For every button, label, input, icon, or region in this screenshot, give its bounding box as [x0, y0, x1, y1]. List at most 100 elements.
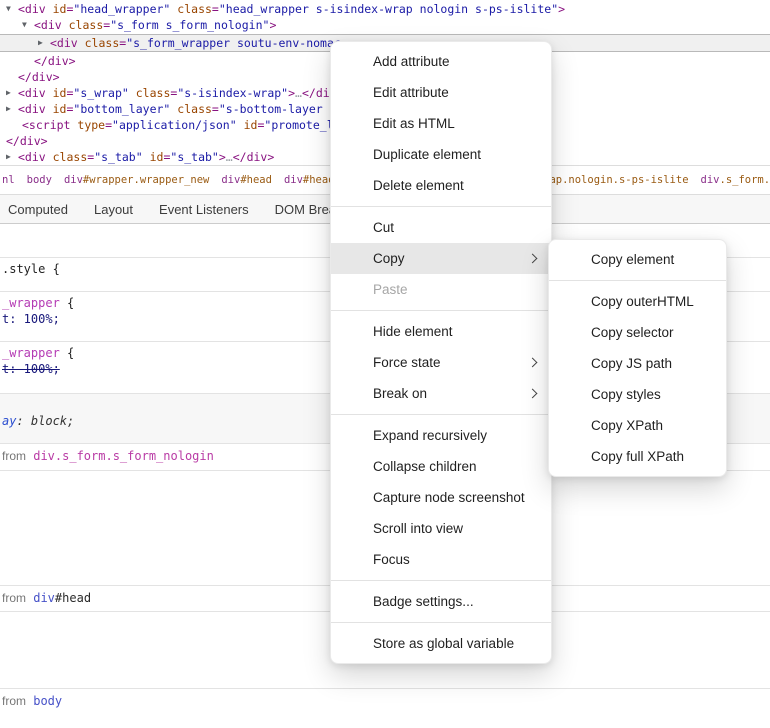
- menu-item-label: Focus: [373, 552, 410, 567]
- menu-separator: [331, 580, 551, 581]
- menu-item-focus[interactable]: Focus: [331, 544, 551, 575]
- code-token: >: [288, 86, 295, 100]
- code-token: "head_wrapper s-isindex-wrap nologin s-p…: [219, 2, 558, 16]
- code-token: <div: [18, 86, 53, 100]
- css-value-fragment: : block;: [16, 414, 74, 428]
- menu-item-break-on[interactable]: Break on: [331, 378, 551, 409]
- inherited-node-link[interactable]: body: [33, 694, 62, 708]
- css-declaration-overridden[interactable]: t: 100%;: [2, 362, 60, 376]
- menu-item-label: Store as global variable: [373, 636, 514, 651]
- menu-item-copy-js-path[interactable]: Copy JS path: [549, 348, 726, 379]
- tab-layout[interactable]: Layout: [94, 202, 133, 217]
- css-open-brace: {: [60, 346, 74, 360]
- code-token: class: [53, 150, 88, 164]
- menu-item-edit-as-html[interactable]: Edit as HTML: [331, 108, 551, 139]
- copy-submenu: Copy elementCopy outerHTMLCopy selectorC…: [548, 239, 727, 477]
- code-token: </div>: [233, 150, 275, 164]
- menu-item-copy-selector[interactable]: Copy selector: [549, 317, 726, 348]
- dom-node-code: <div id="head_wrapper" class="head_wrapp…: [0, 2, 565, 16]
- menu-item-copy-outerhtml[interactable]: Copy outerHTML: [549, 286, 726, 317]
- menu-item-force-state[interactable]: Force state: [331, 347, 551, 378]
- code-token: "s_wrap": [73, 86, 128, 100]
- menu-item-label: Copy element: [591, 252, 674, 267]
- menu-item-scroll-into-view[interactable]: Scroll into view: [331, 513, 551, 544]
- code-token: id: [53, 86, 67, 100]
- menu-item-edit-attribute[interactable]: Edit attribute: [331, 77, 551, 108]
- inherited-node-id[interactable]: #head: [55, 591, 91, 605]
- breadcrumb-tag: div: [284, 174, 303, 186]
- css-selector[interactable]: _wrapper: [2, 296, 60, 310]
- tab-computed[interactable]: Computed: [8, 202, 68, 217]
- breadcrumb-item[interactable]: div#wrapper.wrapper_new: [64, 174, 209, 186]
- code-token: "s_tab": [170, 150, 218, 164]
- breadcrumb-item[interactable]: nl: [2, 174, 15, 186]
- code-token: [237, 118, 244, 132]
- breadcrumb-item[interactable]: body: [27, 174, 52, 186]
- menu-separator: [549, 280, 726, 281]
- menu-item-expand-recursively[interactable]: Expand recursively: [331, 420, 551, 451]
- breadcrumb-tag: div: [701, 174, 720, 186]
- expand-arrow-icon[interactable]: ▶: [38, 35, 43, 51]
- inherited-from-label: from: [2, 694, 26, 708]
- menu-item-copy[interactable]: Copy: [331, 243, 551, 274]
- css-selector[interactable]: .style: [2, 262, 45, 276]
- collapse-arrow-icon[interactable]: ▼: [6, 1, 11, 17]
- css-selector[interactable]: _wrapper: [2, 346, 60, 360]
- expand-arrow-icon[interactable]: ▶: [6, 85, 11, 101]
- menu-item-copy-full-xpath[interactable]: Copy full XPath: [549, 441, 726, 472]
- menu-item-add-attribute[interactable]: Add attribute: [331, 46, 551, 77]
- menu-item-copy-xpath[interactable]: Copy XPath: [549, 410, 726, 441]
- menu-item-hide-element[interactable]: Hide element: [331, 316, 551, 347]
- code-token: "s-isindex-wrap": [177, 86, 288, 100]
- css-declaration[interactable]: t: 100%;: [2, 312, 60, 326]
- inherited-node-link[interactable]: div.s_form.s_form_nologin: [33, 449, 214, 463]
- menu-item-paste: Paste: [331, 274, 551, 305]
- code-token: class: [177, 2, 212, 16]
- menu-item-collapse-children[interactable]: Collapse children: [331, 451, 551, 482]
- breadcrumb-item[interactable]: div#head: [221, 174, 272, 186]
- menu-separator: [331, 310, 551, 311]
- code-token: </div>: [18, 70, 60, 84]
- dom-node-code: </div>: [0, 70, 60, 84]
- menu-item-label: Copy: [373, 251, 405, 266]
- menu-item-capture-node-screenshot[interactable]: Capture node screenshot: [331, 482, 551, 513]
- dom-tree-row[interactable]: ▼<div class="s_form s_form_nologin">: [0, 17, 770, 33]
- dom-tree-row[interactable]: ▼<div id="head_wrapper" class="head_wrap…: [0, 1, 770, 17]
- code-token: id: [244, 118, 258, 132]
- menu-item-label: Hide element: [373, 324, 453, 339]
- menu-separator: [331, 622, 551, 623]
- code-token: …: [226, 150, 233, 164]
- menu-item-store-as-global-variable[interactable]: Store as global variable: [331, 628, 551, 659]
- menu-item-delete-element[interactable]: Delete element: [331, 170, 551, 201]
- menu-item-cut[interactable]: Cut: [331, 212, 551, 243]
- inherited-node-link[interactable]: div: [33, 591, 55, 605]
- breadcrumb-tag: body: [27, 174, 52, 186]
- code-token: "application/json": [112, 118, 237, 132]
- menu-item-copy-element[interactable]: Copy element: [549, 244, 726, 275]
- tab-event-listeners[interactable]: Event Listeners: [159, 202, 249, 217]
- menu-separator: [331, 206, 551, 207]
- menu-item-label: Copy XPath: [591, 418, 663, 433]
- menu-item-label: Break on: [373, 386, 427, 401]
- menu-item-duplicate-element[interactable]: Duplicate element: [331, 139, 551, 170]
- expand-arrow-icon[interactable]: ▶: [6, 149, 11, 165]
- menu-item-badge-settings[interactable]: Badge settings...: [331, 586, 551, 617]
- breadcrumb-qualifier: .s_form.s_form_nologin: [720, 174, 770, 186]
- breadcrumb-tag: nl: [2, 174, 15, 186]
- code-token: >: [219, 150, 226, 164]
- code-token: "bottom_layer": [73, 102, 170, 116]
- breadcrumb-item[interactable]: div.s_form.s_form_nologin: [701, 174, 770, 186]
- expand-arrow-icon[interactable]: ▶: [6, 101, 11, 117]
- menu-separator: [331, 414, 551, 415]
- dom-node-code: <script type="application/json" id="prom…: [0, 118, 347, 132]
- dom-node-code: </div>: [0, 54, 76, 68]
- code-token: "s_form_wrapper soutu-env-nomac: [126, 36, 341, 50]
- collapse-arrow-icon[interactable]: ▼: [22, 17, 27, 33]
- menu-item-label: Cut: [373, 220, 394, 235]
- menu-item-copy-styles[interactable]: Copy styles: [549, 379, 726, 410]
- menu-item-label: Duplicate element: [373, 147, 481, 162]
- code-token: id: [53, 2, 67, 16]
- code-token: <script: [22, 118, 77, 132]
- code-token: class: [136, 86, 171, 100]
- dom-node-code: <div class="s_tab" id="s_tab">…</div>: [0, 150, 274, 164]
